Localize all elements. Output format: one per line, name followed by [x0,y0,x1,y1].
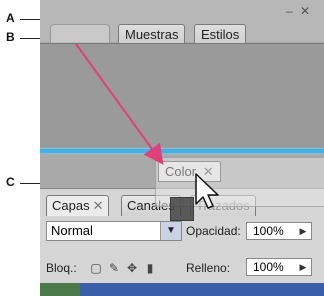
overlay-graphics [75,43,219,209]
drag-arrow-icon [75,43,164,165]
cursor-arrow-icon [195,173,219,209]
